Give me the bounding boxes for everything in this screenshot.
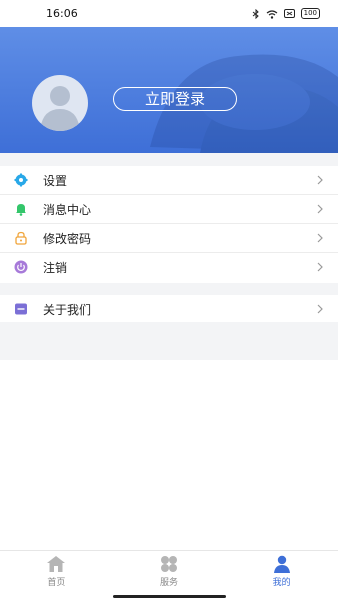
tab-home[interactable]: 首页 xyxy=(0,551,113,601)
menu-item-label: 修改密码 xyxy=(43,231,92,246)
menu-item-label: 注销 xyxy=(43,261,68,275)
tab-label: 我的 xyxy=(272,578,291,588)
menu-item-label: 消息中心 xyxy=(43,202,92,217)
status-time: 16:06 xyxy=(46,7,78,20)
menu-item-about[interactable]: 关于我们 xyxy=(0,295,338,324)
chevron-right-icon xyxy=(317,304,323,314)
menu-item-label: 关于我们 xyxy=(43,303,92,317)
wifi-icon xyxy=(266,9,277,19)
chevron-right-icon xyxy=(317,233,323,243)
tab-label: 服务 xyxy=(160,578,179,588)
menu-group-secondary: 关于我们 xyxy=(0,295,338,324)
person-icon xyxy=(273,555,290,573)
section-divider xyxy=(0,283,338,295)
power-icon xyxy=(14,260,28,274)
menu-group-main: 设置 消息中心 修改密码 注销 xyxy=(0,166,338,282)
login-button[interactable]: 立即登录 xyxy=(113,87,237,111)
bell-icon xyxy=(16,204,26,216)
home-indicator xyxy=(113,595,226,598)
menu-item-settings[interactable]: 设置 xyxy=(0,166,338,195)
menu-item-label: 设置 xyxy=(43,173,68,188)
tab-profile[interactable]: 我的 xyxy=(225,551,338,601)
profile-header: 立即登录 xyxy=(0,27,338,153)
section-divider xyxy=(0,153,338,166)
tab-services[interactable]: 服务 xyxy=(113,551,226,601)
chevron-right-icon xyxy=(317,204,323,214)
section-divider xyxy=(0,322,338,360)
sim-icon xyxy=(283,9,295,18)
bluetooth-icon xyxy=(252,8,259,19)
chevron-right-icon xyxy=(317,175,323,185)
status-bar: 16:06 100 xyxy=(0,0,338,27)
bottom-tab-bar: 首页 服务 我的 xyxy=(0,550,338,601)
status-icons: 100 xyxy=(252,8,320,19)
menu-item-change-password[interactable]: 修改密码 xyxy=(0,224,338,253)
about-icon xyxy=(15,303,27,315)
gear-icon xyxy=(14,173,28,187)
chevron-right-icon xyxy=(317,262,323,272)
grid-icon xyxy=(161,556,177,572)
menu-item-messages[interactable]: 消息中心 xyxy=(0,195,338,224)
lock-icon xyxy=(15,231,27,245)
menu-item-logout[interactable]: 注销 xyxy=(0,253,338,282)
home-icon xyxy=(47,556,66,572)
avatar-placeholder-icon xyxy=(40,86,80,131)
avatar[interactable] xyxy=(32,75,88,131)
battery-icon: 100 xyxy=(300,8,320,19)
tab-label: 首页 xyxy=(47,578,66,588)
